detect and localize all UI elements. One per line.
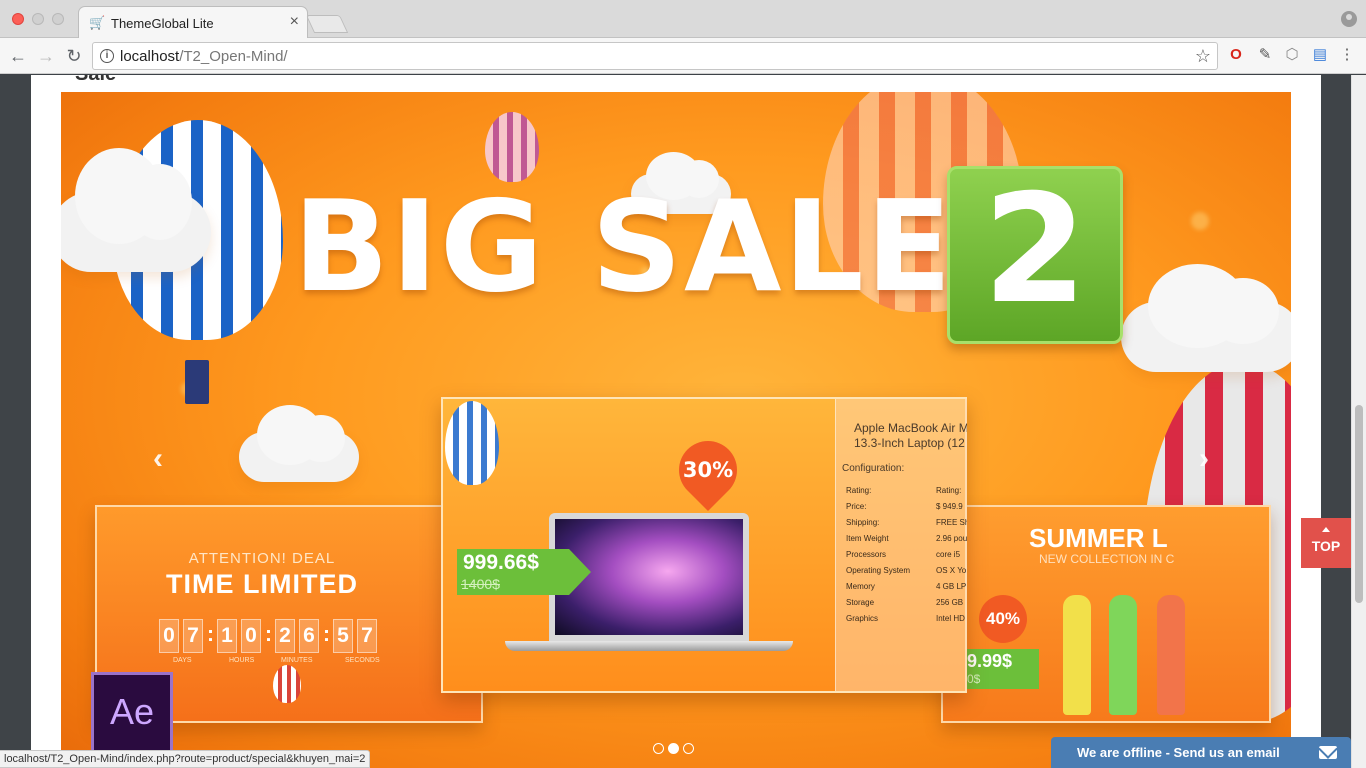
scrollbar-thumb[interactable]	[1355, 405, 1363, 603]
countdown-digit: 0	[159, 619, 179, 653]
document-extension-icon[interactable]: ▤	[1311, 46, 1329, 64]
countdown-label: HOURS	[229, 657, 255, 664]
shield-extension-icon[interactable]: ⬡	[1283, 46, 1301, 64]
summer-card: SUMMER L NEW COLLECTION IN C 40% 9.99$ 0…	[941, 505, 1271, 723]
cloud	[61, 148, 211, 272]
spec-row: Rating: Rating:	[846, 486, 962, 495]
status-bar-url: localhost/T2_Open-Mind/index.php?route=p…	[0, 750, 371, 768]
summer-title: SUMMER L	[1029, 523, 1168, 553]
tab-close-icon[interactable]: ×	[290, 13, 299, 31]
tab-title: ThemeGlobal Lite	[111, 16, 214, 31]
new-tab-button[interactable]	[305, 15, 349, 33]
discount-badge: 40%	[979, 595, 1027, 643]
countdown-digit: 6	[299, 619, 319, 653]
page-content: Sale BIG SALE 2 ATTENTION! DEAL TIME LIM…	[31, 75, 1321, 768]
countdown-digit: 1	[217, 619, 237, 653]
spec-row: Price: $ 949.9	[846, 502, 963, 511]
slider-dot-active[interactable]	[668, 743, 679, 754]
zoom-window-button[interactable]	[52, 13, 64, 25]
sale-number-box: 2	[947, 166, 1123, 344]
page-viewport: Sale BIG SALE 2 ATTENTION! DEAL TIME LIM…	[0, 75, 1366, 768]
chrome-menu-icon[interactable]: ⋮	[1338, 46, 1356, 64]
spec-row: Shipping: FREE Sh	[846, 518, 967, 527]
countdown-label: DAYS	[173, 657, 192, 664]
model-figure	[1109, 595, 1137, 715]
balloon-small	[445, 401, 499, 485]
forward-icon[interactable]: →	[34, 44, 58, 68]
countdown-digit: 2	[275, 619, 295, 653]
countdown-label: SECONDS	[345, 657, 380, 664]
price-now: 999.66$	[463, 551, 539, 574]
product-card: 30% 999.66$ 1400$ Apple MacBook Air M 13.…	[441, 397, 967, 693]
summer-subtitle: NEW COLLECTION IN C	[1039, 552, 1175, 566]
browser-toolbar: ← → ↻ i localhost/T2_Open-Mind/ ☆ O ✎ ⬡ …	[0, 38, 1366, 74]
price-now: 9.99$	[967, 651, 1013, 671]
spec-row: Operating System OS X Yo	[846, 566, 967, 575]
eyedropper-extension-icon[interactable]: ✎	[1256, 46, 1274, 64]
discount-label: 30%	[682, 458, 734, 482]
offline-chat-bar[interactable]: We are offline - Send us an email	[1051, 737, 1351, 768]
sale-banner-slide[interactable]: BIG SALE 2 ATTENTION! DEAL TIME LIMITED …	[61, 92, 1291, 768]
cart-icon: 🛒	[89, 15, 106, 30]
balloon-pink-small	[485, 112, 539, 182]
price-old: 1400$	[461, 576, 500, 592]
countdown-colon: :	[207, 623, 214, 646]
chat-label: We are offline - Send us an email	[1077, 745, 1280, 760]
attention-text: ATTENTION! DEAL	[188, 550, 336, 567]
countdown-colon: :	[265, 623, 272, 646]
close-window-button[interactable]	[12, 13, 24, 25]
page-scrollbar[interactable]	[1351, 75, 1366, 768]
spec-row: Graphics Intel HD	[846, 614, 965, 623]
reload-icon[interactable]: ↻	[62, 44, 86, 68]
url-text[interactable]: localhost/T2_Open-Mind/	[120, 48, 288, 65]
config-label: Configuration:	[842, 463, 905, 474]
cloud	[239, 404, 359, 482]
countdown-label: MINUTES	[281, 657, 313, 664]
spec-row: Processors core i5	[846, 550, 961, 559]
sparkle	[1191, 212, 1209, 230]
opera-extension-icon[interactable]: O	[1227, 46, 1245, 64]
slider-next-arrow[interactable]: ›	[1199, 442, 1209, 476]
price-old: 0$	[967, 672, 981, 686]
minimize-window-button[interactable]	[32, 13, 44, 25]
countdown-digit: 7	[357, 619, 377, 653]
bookmark-star-icon[interactable]: ☆	[1195, 46, 1211, 67]
product-title: Apple MacBook Air M 13.3-Inch Laptop (12	[854, 421, 967, 450]
banner-headline: BIG SALE	[293, 173, 954, 320]
spec-row: Item Weight 2.96 pou	[846, 534, 967, 543]
spec-row: Memory 4 GB LP	[846, 582, 967, 591]
countdown-digit: 7	[183, 619, 203, 653]
address-bar[interactable]: i localhost/T2_Open-Mind/ ☆	[92, 42, 1218, 70]
profile-icon[interactable]	[1341, 11, 1357, 27]
back-to-top-button[interactable]: TOP	[1301, 518, 1351, 568]
slider-dot[interactable]	[653, 743, 664, 754]
info-icon[interactable]: i	[100, 49, 114, 63]
balloon-basket	[185, 360, 209, 404]
balloon-small	[273, 665, 301, 703]
countdown-colon: :	[323, 623, 330, 646]
slider-dot[interactable]	[683, 743, 694, 754]
spec-panel: Apple MacBook Air M 13.3-Inch Laptop (12 …	[835, 399, 967, 691]
countdown-digit: 0	[241, 619, 261, 653]
countdown-digit: 5	[333, 619, 353, 653]
time-limited-text: TIME LIMITED	[166, 569, 358, 599]
browser-titlebar: 🛒 ThemeGlobal Lite ×	[0, 0, 1366, 39]
after-effects-logo: Ae	[91, 672, 173, 754]
laptop-base	[505, 641, 793, 651]
section-title: Sale	[75, 75, 116, 86]
mail-icon	[1319, 746, 1337, 759]
back-icon[interactable]: ←	[6, 44, 30, 68]
model-figure	[1157, 595, 1185, 715]
slider-prev-arrow[interactable]: ‹	[153, 442, 163, 476]
model-figure	[1063, 595, 1091, 715]
slider-pagination	[653, 741, 698, 759]
browser-tab[interactable]: 🛒 ThemeGlobal Lite ×	[78, 6, 308, 39]
spec-row: Storage 256 GB	[846, 598, 964, 607]
arrow-up-icon	[1322, 527, 1330, 532]
cloud	[1121, 263, 1291, 372]
